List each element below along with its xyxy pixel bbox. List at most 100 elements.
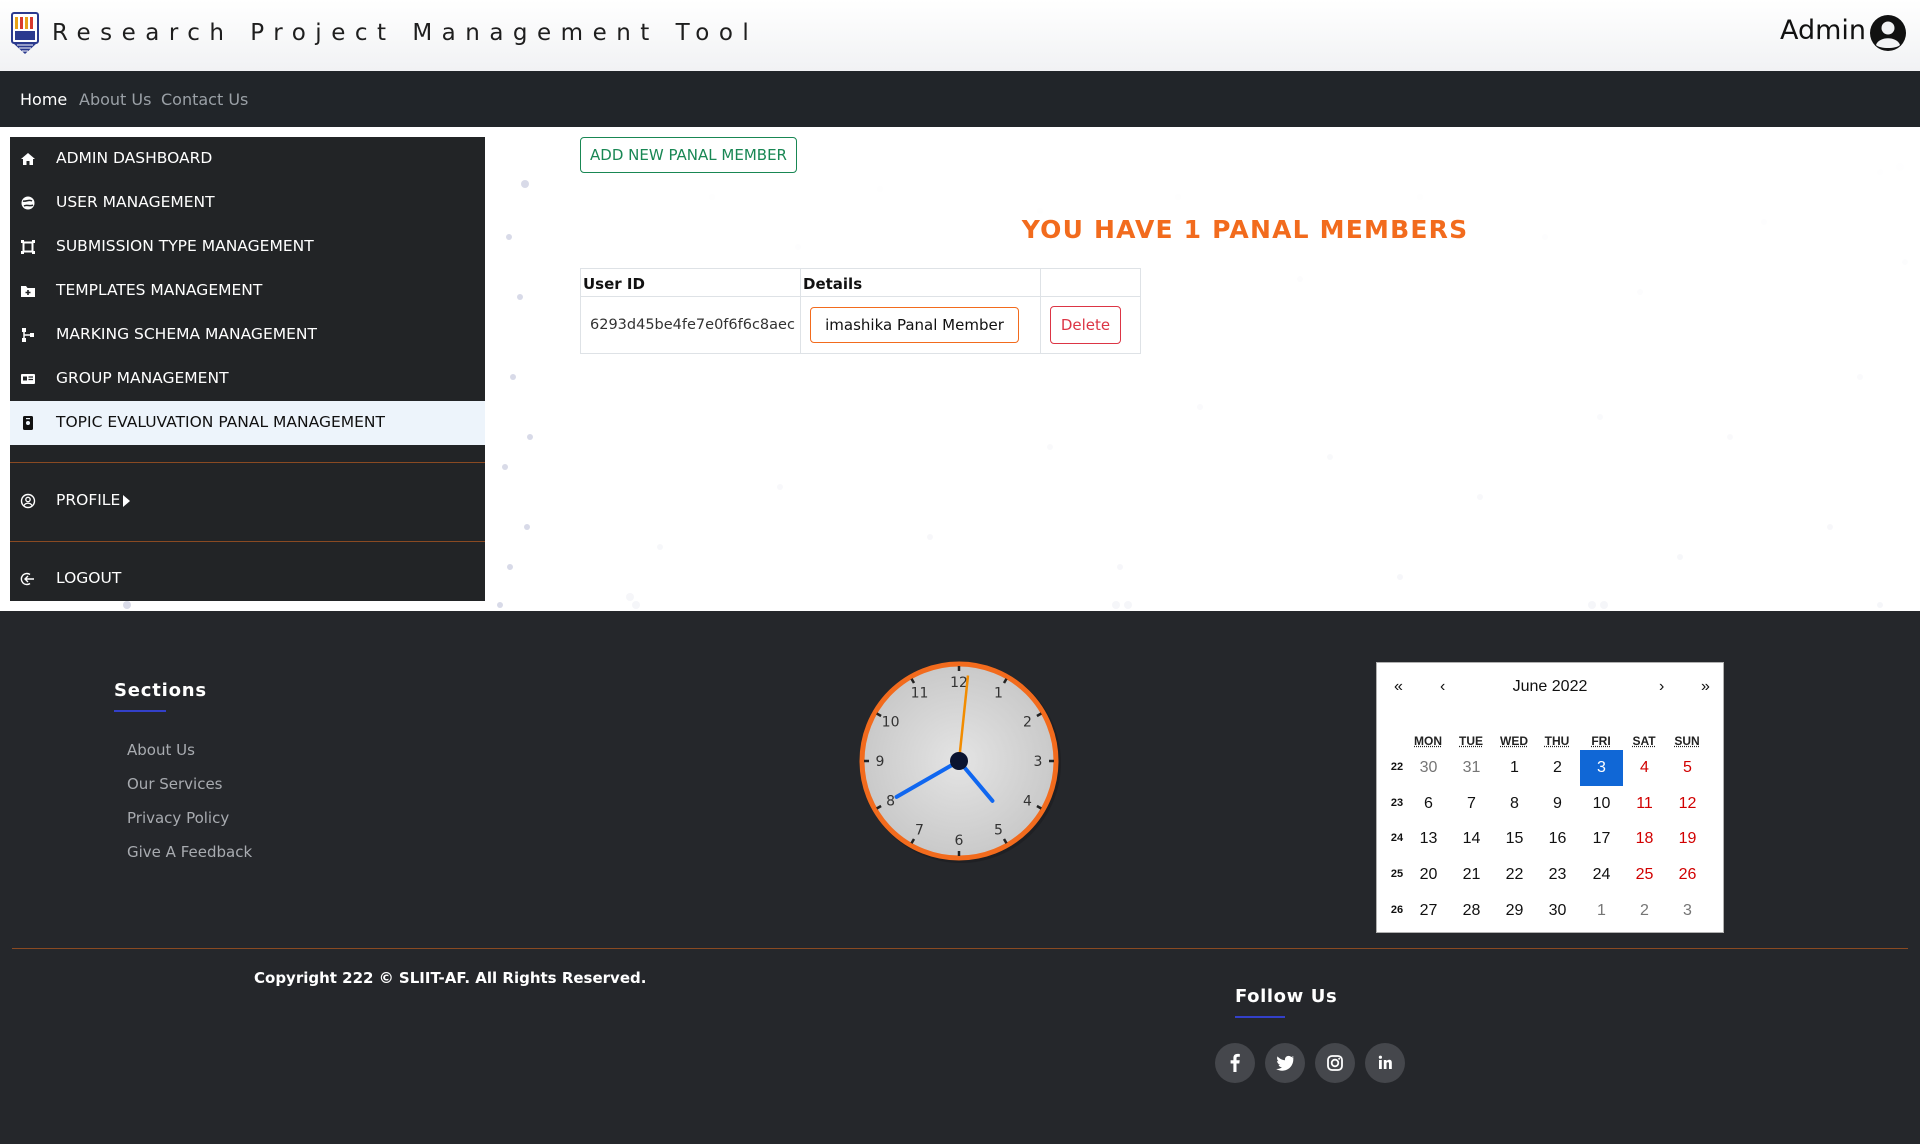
calendar-next-month-button[interactable]: › — [1659, 678, 1664, 696]
calendar-day[interactable]: 29 — [1493, 893, 1536, 929]
sidebar-item-marking-schema-management[interactable]: MARKING SCHEMA MANAGEMENT — [10, 313, 485, 357]
logout-icon — [20, 572, 34, 586]
nav-about-us[interactable]: About Us — [79, 90, 151, 109]
globe-icon — [21, 196, 35, 210]
facebook-icon — [1230, 1053, 1240, 1072]
calendar-day[interactable]: 13 — [1407, 821, 1450, 857]
user-avatar-icon[interactable] — [1869, 14, 1907, 52]
facebook-link[interactable] — [1215, 1043, 1255, 1083]
title-underline — [1235, 1016, 1285, 1018]
delete-button[interactable]: Delete — [1050, 306, 1121, 344]
column-header-user-id: User ID — [580, 268, 801, 297]
calendar-weekday-label: SAT — [1632, 734, 1656, 748]
calendar-day[interactable]: 15 — [1493, 821, 1536, 857]
instagram-link[interactable] — [1315, 1043, 1355, 1083]
clock-number: 12 — [950, 675, 968, 691]
calendar-day[interactable]: 6 — [1407, 786, 1450, 822]
calendar-day[interactable]: 27 — [1407, 893, 1450, 929]
clock-number: 4 — [1023, 794, 1032, 810]
calendar-day[interactable]: 1 — [1493, 750, 1536, 786]
calendar-day[interactable]: 3 — [1580, 750, 1623, 786]
sidebar-item-user-management[interactable]: USER MANAGEMENT — [10, 181, 485, 225]
calendar-day[interactable]: 30 — [1536, 893, 1579, 929]
nav-contact-us[interactable]: Contact Us — [161, 90, 248, 109]
sidebar-item-group-management[interactable]: GROUP MANAGEMENT — [10, 357, 485, 401]
main-navbar: Home About Us Contact Us — [0, 71, 1920, 127]
calendar-day[interactable]: 23 — [1536, 857, 1579, 893]
folder-plus-icon — [21, 286, 35, 297]
sidebar-item-logout[interactable]: LOGOUT — [10, 557, 485, 601]
calendar-day[interactable]: 11 — [1623, 786, 1666, 822]
calendar-day[interactable]: 22 — [1493, 857, 1536, 893]
sidebar-item-topic-evaluvation-panal-management[interactable]: TOPIC EVALUVATION PANAL MANAGEMENT — [10, 401, 485, 445]
footer-link-about-us[interactable]: About Us — [127, 741, 195, 759]
sidebar-item-templates-management[interactable]: TEMPLATES MANAGEMENT — [10, 269, 485, 313]
sidebar-item-submission-type-management[interactable]: SUBMISSION TYPE MANAGEMENT — [10, 225, 485, 269]
sidebar-divider — [10, 541, 485, 542]
copyright-text: Copyright 222 © SLIIT-AF. All Rights Res… — [254, 969, 647, 987]
calendar-day[interactable]: 7 — [1450, 786, 1493, 822]
instagram-icon — [1327, 1055, 1343, 1071]
calendar-day[interactable]: 31 — [1450, 750, 1493, 786]
sidebar-item-admin-dashboard[interactable]: ADMIN DASHBOARD — [10, 137, 485, 181]
calendar-next-year-button[interactable]: » — [1701, 678, 1710, 696]
calendar-day[interactable]: 24 — [1580, 857, 1623, 893]
user-id-cell: 6293d45be4fe7e0f6f6c8aec — [580, 296, 801, 354]
analog-clock: 123456789101112 — [859, 661, 1061, 863]
linkedin-icon — [1378, 1055, 1392, 1069]
calendar-month-label[interactable]: June 2022 — [1377, 678, 1723, 696]
top-header: Research Project Management Tool Admin — [0, 0, 1920, 71]
caret-right-icon — [123, 495, 130, 507]
calendar-day[interactable]: 17 — [1580, 821, 1623, 857]
sidebar-item-profile[interactable]: PROFILE — [10, 479, 485, 523]
member-details-button[interactable]: imashika Panal Member — [810, 307, 1019, 343]
add-new-panal-member-button[interactable]: ADD NEW PANAL MEMBER — [580, 137, 797, 173]
calendar-day[interactable]: 4 — [1623, 750, 1666, 786]
sidebar-item-label: SUBMISSION TYPE MANAGEMENT — [56, 237, 314, 255]
calendar-weekday-label: THU — [1544, 734, 1570, 748]
twitter-link[interactable] — [1265, 1043, 1305, 1083]
calendar-day[interactable]: 8 — [1493, 786, 1536, 822]
footer-divider — [12, 948, 1908, 949]
column-header-details: Details — [800, 268, 1041, 297]
calendar-day[interactable]: 18 — [1623, 821, 1666, 857]
footer: Sections About Us Our Services Privacy P… — [0, 611, 1920, 1144]
clock-number: 7 — [915, 822, 924, 838]
calendar-day[interactable]: 30 — [1407, 750, 1450, 786]
calendar-day[interactable]: 3 — [1666, 893, 1709, 929]
calendar-day[interactable]: 14 — [1450, 821, 1493, 857]
calendar-day[interactable]: 5 — [1666, 750, 1709, 786]
footer-link-privacy-policy[interactable]: Privacy Policy — [127, 809, 229, 827]
calendar-day[interactable]: 25 — [1623, 857, 1666, 893]
footer-link-give-a-feedback[interactable]: Give A Feedback — [127, 843, 252, 861]
calendar-weekday-label: FRI — [1591, 734, 1611, 748]
main-area: ADMIN DASHBOARD USER MANAGEMENT SUBMISSI… — [0, 127, 1920, 611]
calendar-day[interactable]: 9 — [1536, 786, 1579, 822]
sidebar-item-label: MARKING SCHEMA MANAGEMENT — [56, 325, 317, 343]
sidebar-item-label: PROFILE — [56, 491, 121, 509]
university-logo — [11, 12, 39, 54]
calendar-day[interactable]: 2 — [1623, 893, 1666, 929]
sidebar-item-label: TEMPLATES MANAGEMENT — [56, 281, 263, 299]
sidebar-item-label: TOPIC EVALUVATION PANAL MANAGEMENT — [56, 413, 385, 431]
calendar-day[interactable]: 28 — [1450, 893, 1493, 929]
calendar-day[interactable]: 26 — [1666, 857, 1709, 893]
footer-link-our-services[interactable]: Our Services — [127, 775, 223, 793]
calendar-day[interactable]: 2 — [1536, 750, 1579, 786]
calendar-day[interactable]: 10 — [1580, 786, 1623, 822]
sidebar-item-label: ADMIN DASHBOARD — [56, 149, 213, 167]
sidebar-divider — [10, 462, 485, 463]
calendar-day[interactable]: 12 — [1666, 786, 1709, 822]
calendar-day[interactable]: 21 — [1450, 857, 1493, 893]
calendar-day[interactable]: 19 — [1666, 821, 1709, 857]
table-row: 6293d45be4fe7e0f6f6c8aec imashika Panal … — [580, 296, 1141, 354]
calendar-day[interactable]: 1 — [1580, 893, 1623, 929]
linkedin-link[interactable] — [1365, 1043, 1405, 1083]
footer-sections-title: Sections — [114, 680, 207, 701]
clock-number: 10 — [882, 715, 900, 731]
calendar-day[interactable]: 20 — [1407, 857, 1450, 893]
panal-member-count-title: YOU HAVE 1 PANAL MEMBERS — [1021, 215, 1469, 244]
actions-cell: Delete — [1040, 296, 1141, 354]
calendar-day[interactable]: 16 — [1536, 821, 1579, 857]
nav-home[interactable]: Home — [20, 90, 67, 109]
